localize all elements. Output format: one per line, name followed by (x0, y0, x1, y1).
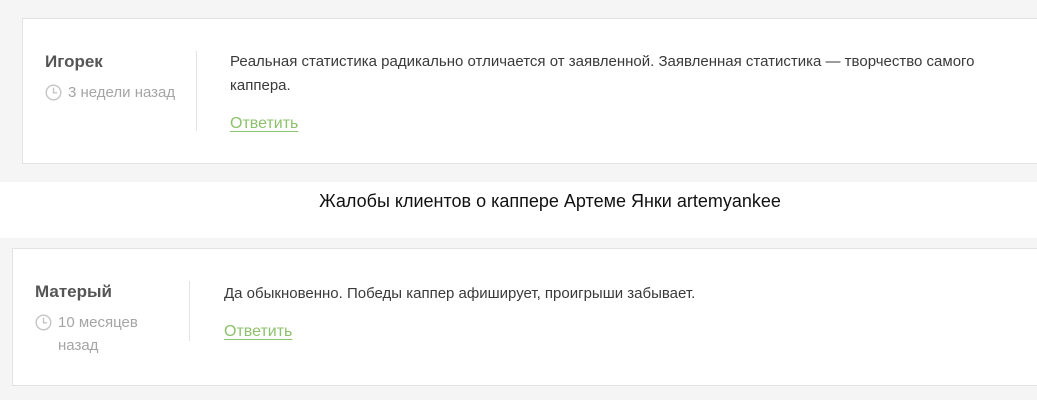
clock-icon (45, 84, 62, 101)
comment-time: 3 недели назад (68, 84, 176, 101)
section-heading: Жалобы клиентов о каппере Артеме Янки ar… (319, 191, 781, 211)
comment-divider (196, 51, 197, 131)
reply-link[interactable]: Ответить (224, 323, 292, 341)
comment-card: Игорек 3 недели назад Реальная статистик… (22, 18, 1037, 164)
comment-text: Реальная статистика радикально отличаетс… (230, 53, 975, 94)
comment-time-line2: назад (58, 337, 99, 354)
comment-author: Игорек (45, 52, 103, 71)
comment-card: Матерый 10 месяцев назад Да обыкновенно.… (12, 248, 1037, 386)
comment-text: Да обыкновенно. Победы каппер афиширует,… (224, 285, 696, 302)
comment-time-line1: 10 месяцев (58, 314, 138, 331)
reply-link[interactable]: Ответить (230, 115, 298, 133)
clock-icon (35, 314, 52, 331)
comment-author: Матерый (35, 282, 112, 301)
comment-divider (189, 281, 190, 341)
